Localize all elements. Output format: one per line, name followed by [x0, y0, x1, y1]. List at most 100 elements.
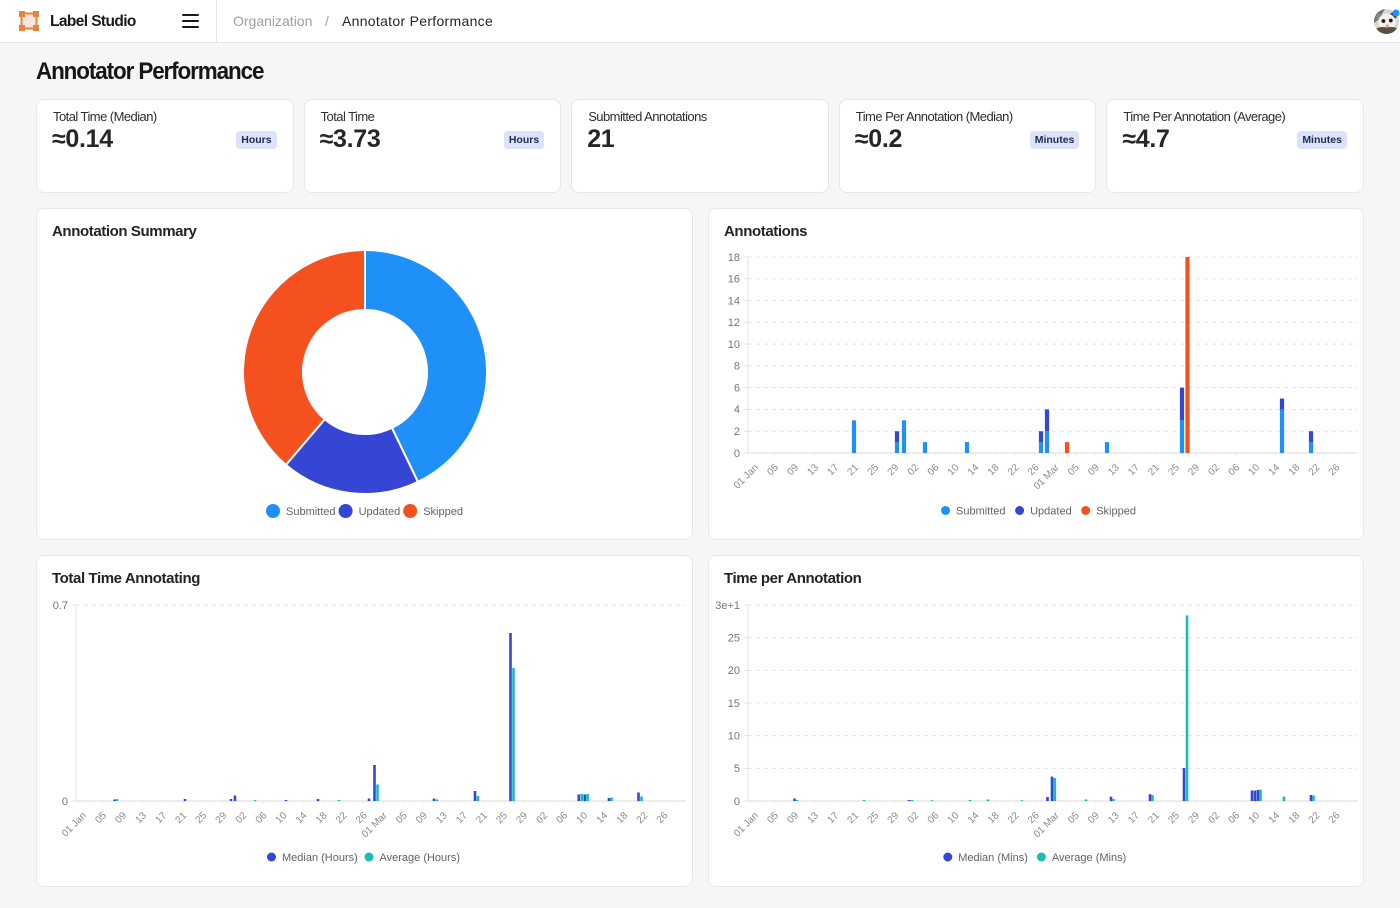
- svg-text:16: 16: [728, 274, 740, 286]
- svg-text:3e+1: 3e+1: [715, 600, 740, 612]
- svg-text:0.7: 0.7: [53, 600, 68, 612]
- svg-text:17: 17: [825, 462, 841, 478]
- svg-text:09: 09: [1086, 810, 1102, 826]
- svg-text:05: 05: [1066, 462, 1082, 478]
- svg-text:18: 18: [986, 462, 1002, 478]
- svg-text:20: 20: [728, 665, 740, 677]
- svg-text:06: 06: [1226, 462, 1242, 478]
- svg-text:10: 10: [728, 339, 740, 351]
- svg-text:Skipped: Skipped: [423, 506, 463, 518]
- svg-text:14: 14: [1267, 810, 1283, 826]
- svg-text:25: 25: [728, 632, 740, 644]
- svg-text:18: 18: [314, 810, 330, 826]
- svg-text:13: 13: [1106, 462, 1122, 478]
- svg-text:01 Jan: 01 Jan: [732, 810, 761, 839]
- svg-text:22: 22: [1307, 810, 1323, 826]
- svg-text:6: 6: [734, 382, 740, 394]
- svg-text:13: 13: [1106, 810, 1122, 826]
- svg-text:13: 13: [133, 810, 149, 826]
- svg-text:10: 10: [946, 810, 962, 826]
- svg-text:18: 18: [615, 810, 631, 826]
- svg-text:21: 21: [474, 810, 490, 826]
- svg-text:29: 29: [1186, 462, 1202, 478]
- svg-text:0: 0: [734, 448, 740, 460]
- svg-text:21: 21: [174, 810, 190, 826]
- svg-text:25: 25: [866, 462, 882, 478]
- svg-text:22: 22: [635, 810, 651, 826]
- svg-text:25: 25: [1166, 810, 1182, 826]
- svg-text:22: 22: [1006, 462, 1022, 478]
- svg-text:09: 09: [113, 810, 129, 826]
- svg-text:10: 10: [1247, 810, 1263, 826]
- svg-text:21: 21: [846, 462, 862, 478]
- svg-text:2: 2: [734, 426, 740, 438]
- svg-text:25: 25: [494, 810, 510, 826]
- svg-text:8: 8: [734, 361, 740, 373]
- svg-text:18: 18: [986, 810, 1002, 826]
- svg-text:13: 13: [434, 810, 450, 826]
- svg-text:29: 29: [1186, 810, 1202, 826]
- svg-text:06: 06: [926, 810, 942, 826]
- svg-text:Average (Hours): Average (Hours): [380, 852, 461, 864]
- svg-text:29: 29: [214, 810, 230, 826]
- svg-text:18: 18: [728, 252, 740, 264]
- svg-text:18: 18: [1287, 810, 1303, 826]
- svg-text:Median (Hours): Median (Hours): [282, 852, 358, 864]
- svg-text:06: 06: [554, 810, 570, 826]
- svg-text:14: 14: [1267, 462, 1283, 478]
- svg-text:14: 14: [966, 462, 982, 478]
- svg-text:10: 10: [575, 810, 591, 826]
- svg-text:05: 05: [765, 810, 781, 826]
- svg-text:05: 05: [93, 810, 109, 826]
- svg-text:21: 21: [1146, 462, 1162, 478]
- svg-text:06: 06: [926, 462, 942, 478]
- svg-text:22: 22: [1006, 810, 1022, 826]
- svg-text:14: 14: [728, 295, 740, 307]
- svg-text:05: 05: [1066, 810, 1082, 826]
- svg-text:21: 21: [1146, 810, 1162, 826]
- svg-text:15: 15: [728, 698, 740, 710]
- svg-text:29: 29: [886, 810, 902, 826]
- svg-text:17: 17: [1126, 810, 1142, 826]
- svg-text:29: 29: [886, 462, 902, 478]
- svg-text:02: 02: [906, 462, 922, 478]
- svg-text:14: 14: [595, 810, 611, 826]
- svg-text:17: 17: [153, 810, 169, 826]
- svg-text:21: 21: [846, 810, 862, 826]
- svg-text:26: 26: [1327, 810, 1343, 826]
- svg-text:05: 05: [394, 810, 410, 826]
- svg-text:06: 06: [1226, 810, 1242, 826]
- svg-text:0: 0: [734, 796, 740, 808]
- svg-text:02: 02: [1206, 462, 1222, 478]
- svg-text:02: 02: [234, 810, 250, 826]
- svg-text:10: 10: [274, 810, 290, 826]
- svg-text:Submitted: Submitted: [286, 506, 336, 518]
- svg-text:Submitted: Submitted: [956, 505, 1006, 517]
- svg-text:12: 12: [728, 317, 740, 329]
- svg-text:02: 02: [1206, 810, 1222, 826]
- svg-text:10: 10: [728, 730, 740, 742]
- svg-text:Average (Mins): Average (Mins): [1052, 852, 1126, 864]
- svg-text:22: 22: [334, 810, 350, 826]
- svg-text:02: 02: [534, 810, 550, 826]
- svg-text:26: 26: [655, 810, 671, 826]
- svg-text:09: 09: [1086, 462, 1102, 478]
- svg-text:5: 5: [734, 763, 740, 775]
- svg-text:06: 06: [254, 810, 270, 826]
- svg-text:10: 10: [946, 462, 962, 478]
- svg-text:Skipped: Skipped: [1096, 505, 1136, 517]
- svg-text:18: 18: [1287, 462, 1303, 478]
- svg-text:22: 22: [1307, 462, 1323, 478]
- svg-text:Updated: Updated: [359, 506, 401, 518]
- svg-text:01 Jan: 01 Jan: [60, 810, 89, 839]
- svg-text:17: 17: [1126, 462, 1142, 478]
- svg-text:09: 09: [785, 462, 801, 478]
- svg-text:25: 25: [1166, 462, 1182, 478]
- svg-text:14: 14: [966, 810, 982, 826]
- svg-text:05: 05: [765, 462, 781, 478]
- svg-text:10: 10: [1247, 462, 1263, 478]
- svg-text:09: 09: [785, 810, 801, 826]
- svg-text:13: 13: [805, 462, 821, 478]
- svg-text:09: 09: [414, 810, 430, 826]
- svg-text:17: 17: [825, 810, 841, 826]
